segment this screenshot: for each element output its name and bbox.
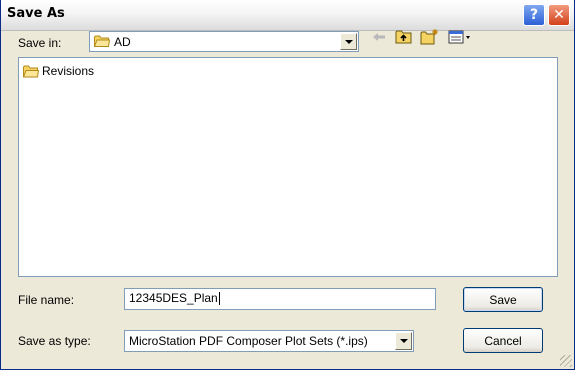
- window-title: Save As: [7, 6, 65, 21]
- help-button[interactable]: ?: [523, 4, 545, 26]
- file-list[interactable]: Revisions: [18, 57, 558, 277]
- save-type-value: MicroStation PDF Composer Plot Sets (*.i…: [129, 334, 368, 348]
- file-name-value: 12345DES_Plan: [129, 291, 218, 305]
- view-menu-icon[interactable]: [447, 28, 473, 46]
- back-arrow-icon[interactable]: [369, 28, 389, 46]
- list-item-label: Revisions: [42, 64, 95, 78]
- file-name-field[interactable]: 12345DES_Plan: [124, 288, 436, 310]
- help-icon: ?: [529, 7, 539, 23]
- folder-icon: [94, 35, 110, 47]
- save-button[interactable]: Save: [463, 287, 543, 312]
- cancel-button-label: Cancel: [484, 333, 522, 348]
- cancel-button[interactable]: Cancel: [463, 328, 543, 353]
- save-in-value: AD: [114, 35, 131, 49]
- save-in-label: Save in:: [18, 36, 62, 50]
- up-folder-icon[interactable]: [394, 28, 414, 46]
- save-in-dropdown-arrow[interactable]: [340, 33, 357, 50]
- close-icon: ✕: [553, 7, 565, 23]
- save-as-dialog: Save As ? ✕ Save in: AD Revisions File n…: [0, 0, 575, 370]
- new-folder-icon[interactable]: [420, 28, 440, 46]
- save-type-dropdown[interactable]: MicroStation PDF Composer Plot Sets (*.i…: [124, 330, 414, 352]
- chevron-down-icon: [399, 339, 408, 343]
- title-bar[interactable]: Save As ? ✕: [1, 0, 574, 31]
- list-item[interactable]: Revisions: [23, 64, 94, 78]
- save-in-dropdown[interactable]: AD: [89, 31, 359, 52]
- close-button[interactable]: ✕: [548, 4, 570, 26]
- save-type-label: Save as type:: [18, 334, 91, 348]
- chevron-down-icon: [344, 39, 353, 44]
- save-button-label: Save: [489, 292, 517, 307]
- file-name-label: File name:: [18, 293, 75, 307]
- save-type-dropdown-arrow[interactable]: [395, 332, 412, 350]
- text-caret: [218, 292, 220, 306]
- resize-grip[interactable]: [560, 355, 572, 367]
- folder-icon: [23, 65, 39, 77]
